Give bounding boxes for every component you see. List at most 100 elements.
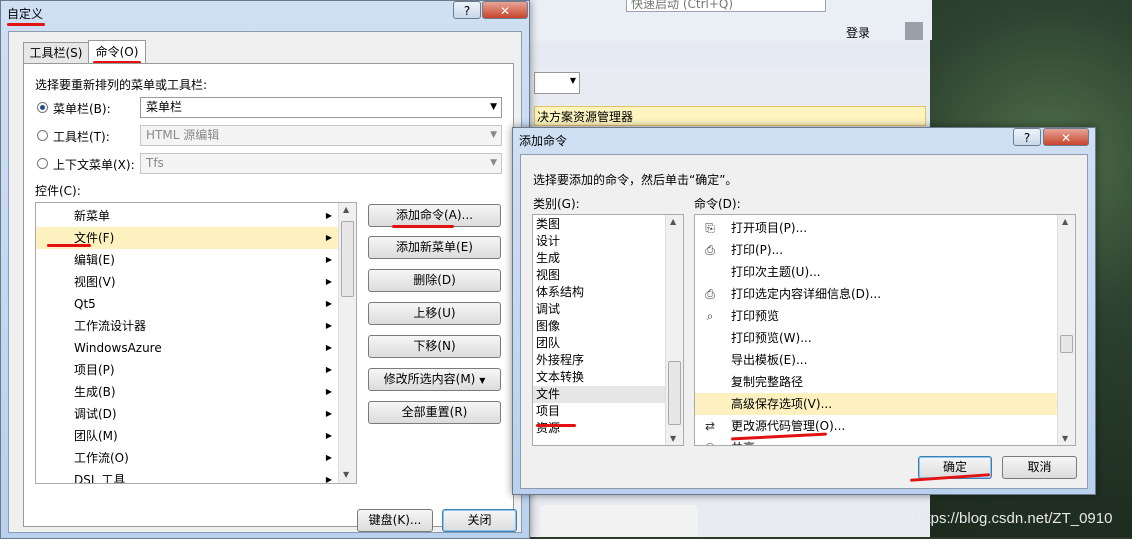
list-item[interactable]: 文本转换 (533, 369, 665, 386)
list-item[interactable]: 生成(B) ▶ (36, 381, 338, 403)
list-item-label: 视图(V) (74, 275, 116, 289)
list-item[interactable]: 工作流(O) ▶ (36, 447, 338, 469)
commands-label: 命令(D): (694, 197, 741, 211)
scroll-up-icon[interactable]: ▲ (670, 217, 676, 226)
list-item[interactable]: 视图 (533, 267, 665, 284)
keyboard-button[interactable]: 键盘(K)... (357, 509, 433, 532)
modify-selection-button[interactable]: 修改所选内容(M) ▼ (368, 368, 501, 391)
quick-launch-input[interactable]: 快速启动 (Ctrl+Q) (626, 0, 826, 12)
printer-icon: ⎙ (705, 287, 715, 301)
list-item[interactable]: DSL 工具 ▶ (36, 469, 338, 484)
list-item[interactable]: 体系结构 (533, 284, 665, 301)
share-icon: ⚇ (703, 441, 717, 445)
list-item[interactable]: 团队(M) ▶ (36, 425, 338, 447)
modify-selection-label: 修改所选内容(M) (383, 372, 476, 386)
close-button[interactable]: ✕ (1043, 128, 1089, 146)
scrollbar[interactable]: ▲ ▼ (665, 215, 683, 445)
scroll-down-icon[interactable]: ▼ (343, 470, 349, 479)
delete-button[interactable]: 删除(D) (368, 269, 501, 292)
radio-toolbar[interactable] (37, 130, 48, 141)
list-item[interactable]: 导出模板(E)... (695, 349, 1057, 371)
list-item[interactable]: 高级保存选项(V)... (695, 393, 1057, 415)
add-menu-button[interactable]: 添加新菜单(E) (368, 236, 501, 259)
categories-label: 类别(G): (533, 197, 580, 211)
scroll-up-icon[interactable]: ▲ (343, 205, 349, 214)
scroll-thumb[interactable] (668, 361, 681, 425)
list-item[interactable]: 视图(V) ▶ (36, 271, 338, 293)
list-item[interactable]: 项目(P) ▶ (36, 359, 338, 381)
list-item[interactable]: 工作流设计器 ▶ (36, 315, 338, 337)
reset-all-button[interactable]: 全部重置(R) (368, 401, 501, 424)
list-item[interactable]: 类图 (533, 216, 665, 233)
commands-list[interactable]: ⚇共享⇄更改源代码管理(O)...高级保存选项(V)...复制完整路径导出模板(… (694, 214, 1076, 446)
source-control-icon: ⇄ (704, 419, 716, 433)
scroll-down-icon[interactable]: ▼ (1062, 434, 1068, 443)
list-item[interactable]: 资源 (533, 420, 665, 437)
list-item[interactable]: 打印预览(W)... (695, 327, 1057, 349)
vs-toolbar-combo[interactable]: ▼ (534, 72, 580, 94)
list-item[interactable]: 打印次主题(U)... (695, 261, 1057, 283)
list-item[interactable]: 外接程序 (533, 352, 665, 369)
list-item[interactable]: 团队 (533, 335, 665, 352)
scroll-up-icon[interactable]: ▲ (1062, 217, 1068, 226)
chevron-down-icon: ▼ (479, 376, 486, 385)
list-item[interactable]: 编辑(E) ▶ (36, 249, 338, 271)
list-item[interactable]: ⎙ 打印选定内容详细信息(D)... (695, 283, 1057, 305)
list-item[interactable]: Qt5 ▶ (36, 293, 338, 315)
help-button[interactable]: ? (453, 1, 481, 19)
scroll-thumb[interactable] (341, 221, 354, 297)
move-down-button[interactable]: 下移(N) (368, 335, 501, 358)
chevron-right-icon: ▶ (325, 255, 332, 264)
scroll-thumb[interactable] (1060, 335, 1073, 353)
categories-list[interactable]: 资源 项目 文件 文本转换 外接程序 团队 图像 调试 体系结构 视图 生成 设计 类图 ▲ ▼ (532, 214, 684, 446)
help-button[interactable]: ? (1013, 128, 1041, 146)
list-item-label: 复制完整路径 (731, 375, 804, 389)
chevron-right-icon: ▶ (325, 475, 332, 484)
list-item[interactable]: 项目 (533, 403, 665, 420)
list-item[interactable]: 调试(D) ▶ (36, 403, 338, 425)
list-item[interactable]: 图像 (533, 318, 665, 335)
list-item[interactable]: 新菜单 ▶ (36, 205, 338, 227)
scroll-down-icon[interactable]: ▼ (670, 434, 676, 443)
close-dialog-button[interactable]: 关闭 (442, 509, 517, 532)
list-item[interactable]: 设计 (533, 233, 665, 250)
login-link[interactable]: 登录 (846, 24, 870, 41)
list-item-label: 团队 (536, 336, 561, 350)
scrollbar[interactable]: ▲ ▼ (1057, 215, 1075, 445)
list-item-label: DSL 工具 (74, 473, 126, 484)
add-command-button[interactable]: 添加命令(A)... (368, 204, 501, 227)
list-item[interactable]: 文件 (533, 386, 665, 403)
list-item-label: 工作流设计器 (74, 319, 147, 333)
chevron-right-icon: ▶ (325, 343, 332, 352)
move-up-button[interactable]: 上移(U) (368, 302, 501, 325)
list-item-label: Qt5 (74, 297, 96, 311)
list-item-label: 打印(P)... (731, 243, 784, 257)
chevron-right-icon: ▶ (325, 277, 332, 286)
chevron-right-icon: ▶ (325, 321, 332, 330)
list-item[interactable]: ⇄ 更改源代码管理(O)... (695, 415, 1057, 437)
list-item[interactable]: WindowsAzure ▶ (36, 337, 338, 359)
context-select[interactable]: Tfs ▼ (140, 153, 502, 174)
list-item[interactable]: ⎙ 打印(P)... (695, 239, 1057, 261)
chevron-down-icon: ▼ (490, 158, 497, 168)
list-item[interactable]: ⎘ 打开项目(P)... (695, 217, 1057, 239)
list-item[interactable]: 调试 (533, 301, 665, 318)
cancel-button[interactable]: 取消 (1002, 456, 1077, 479)
list-item[interactable]: 复制完整路径 (695, 371, 1057, 393)
toolbar-select[interactable]: HTML 源编辑 ▼ (140, 125, 502, 146)
list-item-label: 项目 (536, 404, 561, 418)
list-item-label: WindowsAzure (74, 341, 162, 355)
avatar[interactable] (905, 22, 923, 40)
list-item-label: 打印选定内容详细信息(D)... (731, 287, 882, 301)
chevron-right-icon: ▶ (325, 299, 332, 308)
scrollbar[interactable]: ▲ ▼ (338, 203, 356, 483)
menubar-select[interactable]: 菜单栏 ▼ (140, 97, 502, 118)
list-item-label: 打印次主题(U)... (731, 265, 821, 279)
blurred-area (540, 505, 698, 537)
close-button[interactable]: ✕ (482, 1, 528, 19)
list-item[interactable]: 生成 (533, 250, 665, 267)
radio-menubar[interactable] (37, 102, 48, 113)
tab-toolbars[interactable]: 工具栏(S) (23, 42, 89, 63)
list-item[interactable]: ⌕ 打印预览 (695, 305, 1057, 327)
radio-context[interactable] (37, 158, 48, 169)
